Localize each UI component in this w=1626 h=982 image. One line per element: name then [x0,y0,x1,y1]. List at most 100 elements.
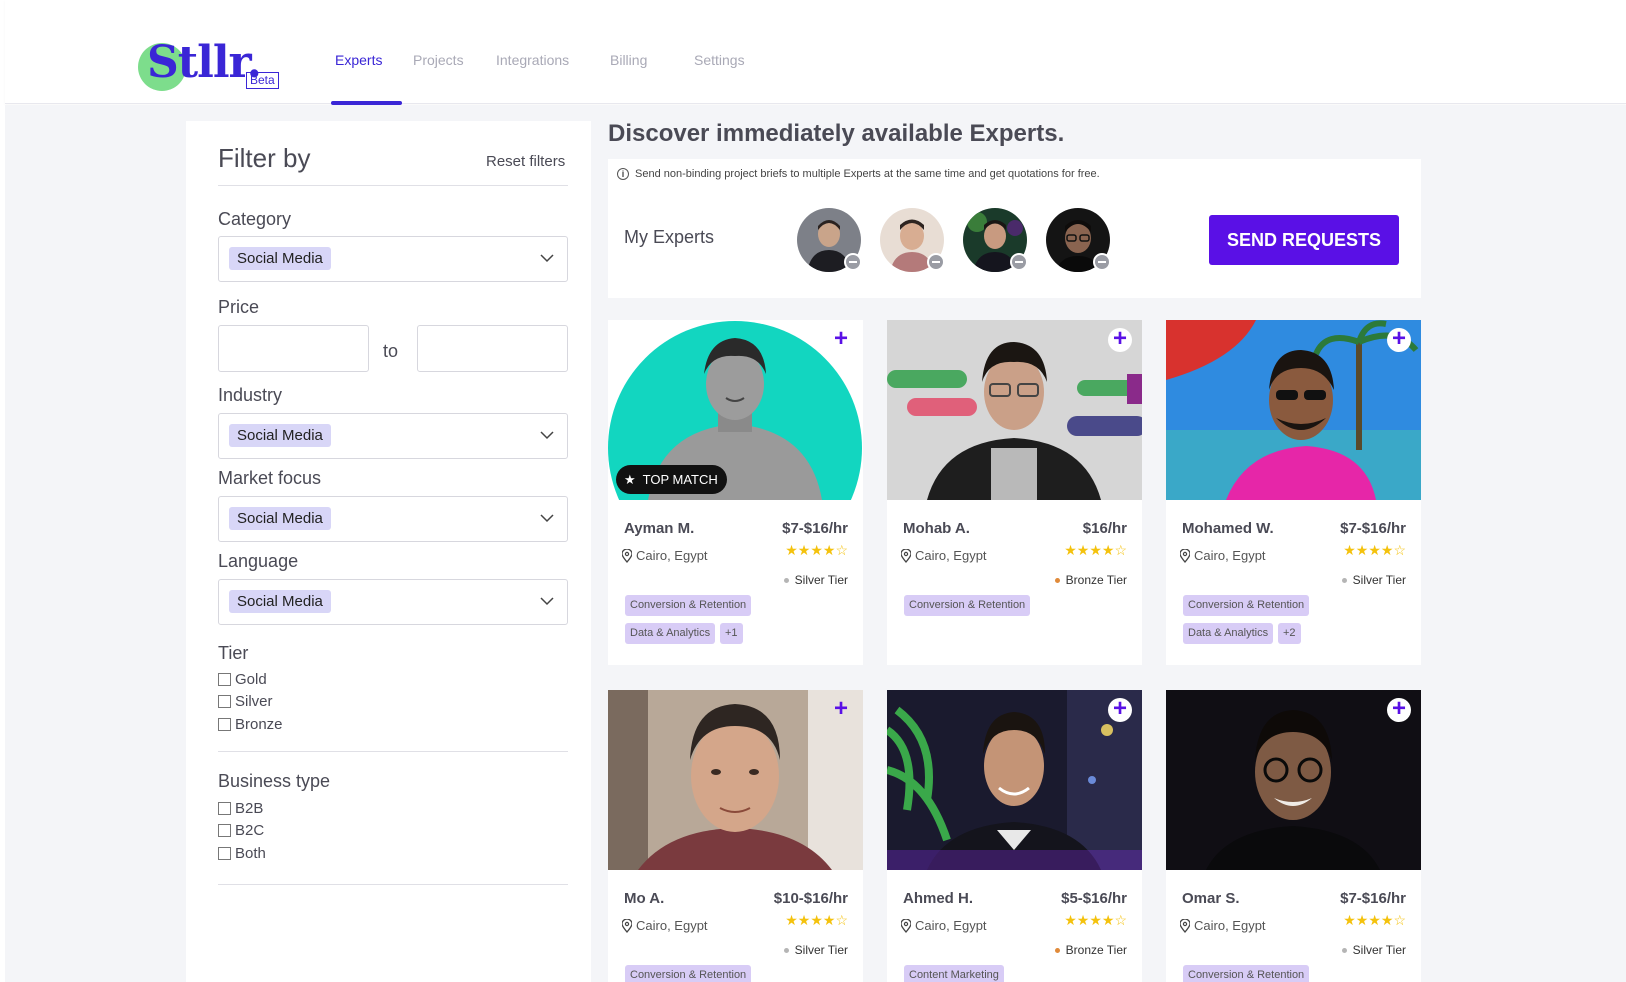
expert-name[interactable]: Ahmed H. [903,890,973,907]
tier-dot [1054,947,1060,953]
tier-label: Silver Tier [1341,943,1406,957]
chevron-down-icon [540,254,554,263]
skill-tag: Conversion & Retention [625,595,752,616]
business-b2b-checkbox[interactable]: B2B [218,800,263,817]
expert-card[interactable]: + Omar S. $7-$16/hr Cairo, Egypt ★★★★☆ S… [1166,690,1421,982]
rating-stars: ★★★★☆ [1064,912,1127,928]
expert-name[interactable]: Mo A. [624,890,664,907]
expert-name[interactable]: Mohab A. [903,520,970,537]
expert-name[interactable]: Ayman M. [624,520,694,537]
tier-gold-checkbox[interactable]: Gold [218,671,267,688]
location-pin-icon [622,918,632,933]
industry-chip: Social Media [229,424,331,447]
location-pin-icon [622,548,632,563]
add-expert-plus-icon[interactable]: + [1387,697,1411,722]
industry-select[interactable]: Social Media [218,413,568,459]
remove-expert-icon[interactable] [927,253,945,271]
checkbox[interactable] [218,718,231,731]
expert-name[interactable]: Mohamed W. [1182,520,1274,537]
nav-projects[interactable]: Projects [413,52,464,68]
expert-card[interactable]: + Ahmed H. $5-$16/hr Cairo, Egypt ★★★★☆ … [887,690,1142,982]
skill-tag: Conversion & Retention [904,595,1031,616]
reset-filters-link[interactable]: Reset filters [486,153,565,170]
remove-expert-icon[interactable] [1093,253,1111,271]
add-expert-plus-icon[interactable]: + [1387,327,1411,352]
market-focus-select[interactable]: Social Media [218,496,568,542]
expert-price: $7-$16/hr [1340,520,1406,537]
divider [218,751,568,752]
rating-stars: ★★★★☆ [785,912,848,928]
tier-dot [783,947,789,953]
skill-tag: Data & Analytics [1183,623,1274,644]
rating-stars: ★★★★☆ [785,542,848,558]
location-pin-icon [1180,548,1190,563]
language-label: Language [218,551,299,571]
nav-integrations[interactable]: Integrations [496,52,569,68]
language-select[interactable]: Social Media [218,579,568,625]
location-pin-icon [1180,918,1190,933]
filter-panel: Filter by Reset filters Category Social … [186,121,591,982]
filter-title: Filter by [218,143,311,173]
price-min-input[interactable] [218,325,369,372]
send-requests-button[interactable]: SEND REQUESTS [1209,215,1399,265]
price-to-label: to [383,341,399,361]
business-type-label: Business type [218,771,331,791]
skill-tag: Content Marketing [904,965,1004,982]
chevron-down-icon [540,597,554,606]
price-max-input[interactable] [417,325,568,372]
market-focus-chip: Social Media [229,507,331,530]
expert-card[interactable]: + Mohamed W. $7-$16/hr Cairo, Egypt ★★★★… [1166,320,1421,665]
expert-photo [887,690,1142,870]
divider [218,185,568,186]
skill-tag: Conversion & Retention [1183,965,1310,982]
tier-bronze-checkbox[interactable]: Bronze [218,716,283,733]
my-experts-label: My Experts [624,227,715,247]
remove-expert-icon[interactable] [1010,253,1028,271]
expert-location: Cairo, Egypt [901,918,987,933]
checkbox[interactable] [218,673,231,686]
price-label: Price [218,297,260,317]
expert-name[interactable]: Omar S. [1182,890,1240,907]
category-select[interactable]: Social Media [218,236,568,282]
expert-card[interactable]: + ★ TOP MATCH Ayman M. $7-$16/hr Cairo, E… [608,320,863,665]
info-text: Send non-binding project briefs to multi… [635,168,1100,180]
tier-label: Silver Tier [783,943,848,957]
expert-price: $16/hr [1082,520,1127,537]
remove-expert-icon[interactable] [844,253,862,271]
expert-location: Cairo, Egypt [1180,918,1266,933]
expert-price: $7-$16/hr [1340,890,1406,907]
expert-photo [887,320,1142,500]
nav-settings[interactable]: Settings [694,52,745,68]
checkbox[interactable] [218,802,231,815]
tier-dot [1054,577,1060,583]
expert-photo [608,690,863,870]
chevron-down-icon [540,514,554,523]
business-b2c-checkbox[interactable]: B2C [218,822,264,839]
add-expert-plus-icon[interactable]: + [829,327,853,352]
checkbox[interactable] [218,695,231,708]
divider [218,884,568,885]
expert-location: Cairo, Egypt [901,548,987,563]
business-both-checkbox[interactable]: Both [218,845,266,862]
checkbox[interactable] [218,824,231,837]
nav-experts[interactable]: Experts [335,52,382,68]
tier-dot [1341,947,1347,953]
skill-tag: Data & Analytics [625,623,716,644]
location-pin-icon [901,548,911,563]
info-icon: i [617,168,629,180]
expert-location: Cairo, Egypt [1180,548,1266,563]
more-tags-badge[interactable]: +1 [720,623,743,644]
add-expert-plus-icon[interactable]: + [829,697,853,722]
more-tags-badge[interactable]: +2 [1278,623,1301,644]
add-expert-plus-icon[interactable]: + [1108,327,1132,352]
expert-card[interactable]: + Mo A. $10-$16/hr Cairo, Egypt ★★★★☆ Si… [608,690,863,982]
nav-billing[interactable]: Billing [610,52,647,68]
category-chip: Social Media [229,247,331,270]
expert-card[interactable]: + Mohab A. $16/hr Cairo, Egypt ★★★★☆ Bro… [887,320,1142,665]
rating-stars: ★★★★☆ [1064,542,1127,558]
expert-price: $7-$16/hr [782,520,848,537]
checkbox[interactable] [218,847,231,860]
tier-silver-checkbox[interactable]: Silver [218,693,273,710]
tier-label: Silver Tier [1341,573,1406,587]
add-expert-plus-icon[interactable]: + [1108,697,1132,722]
